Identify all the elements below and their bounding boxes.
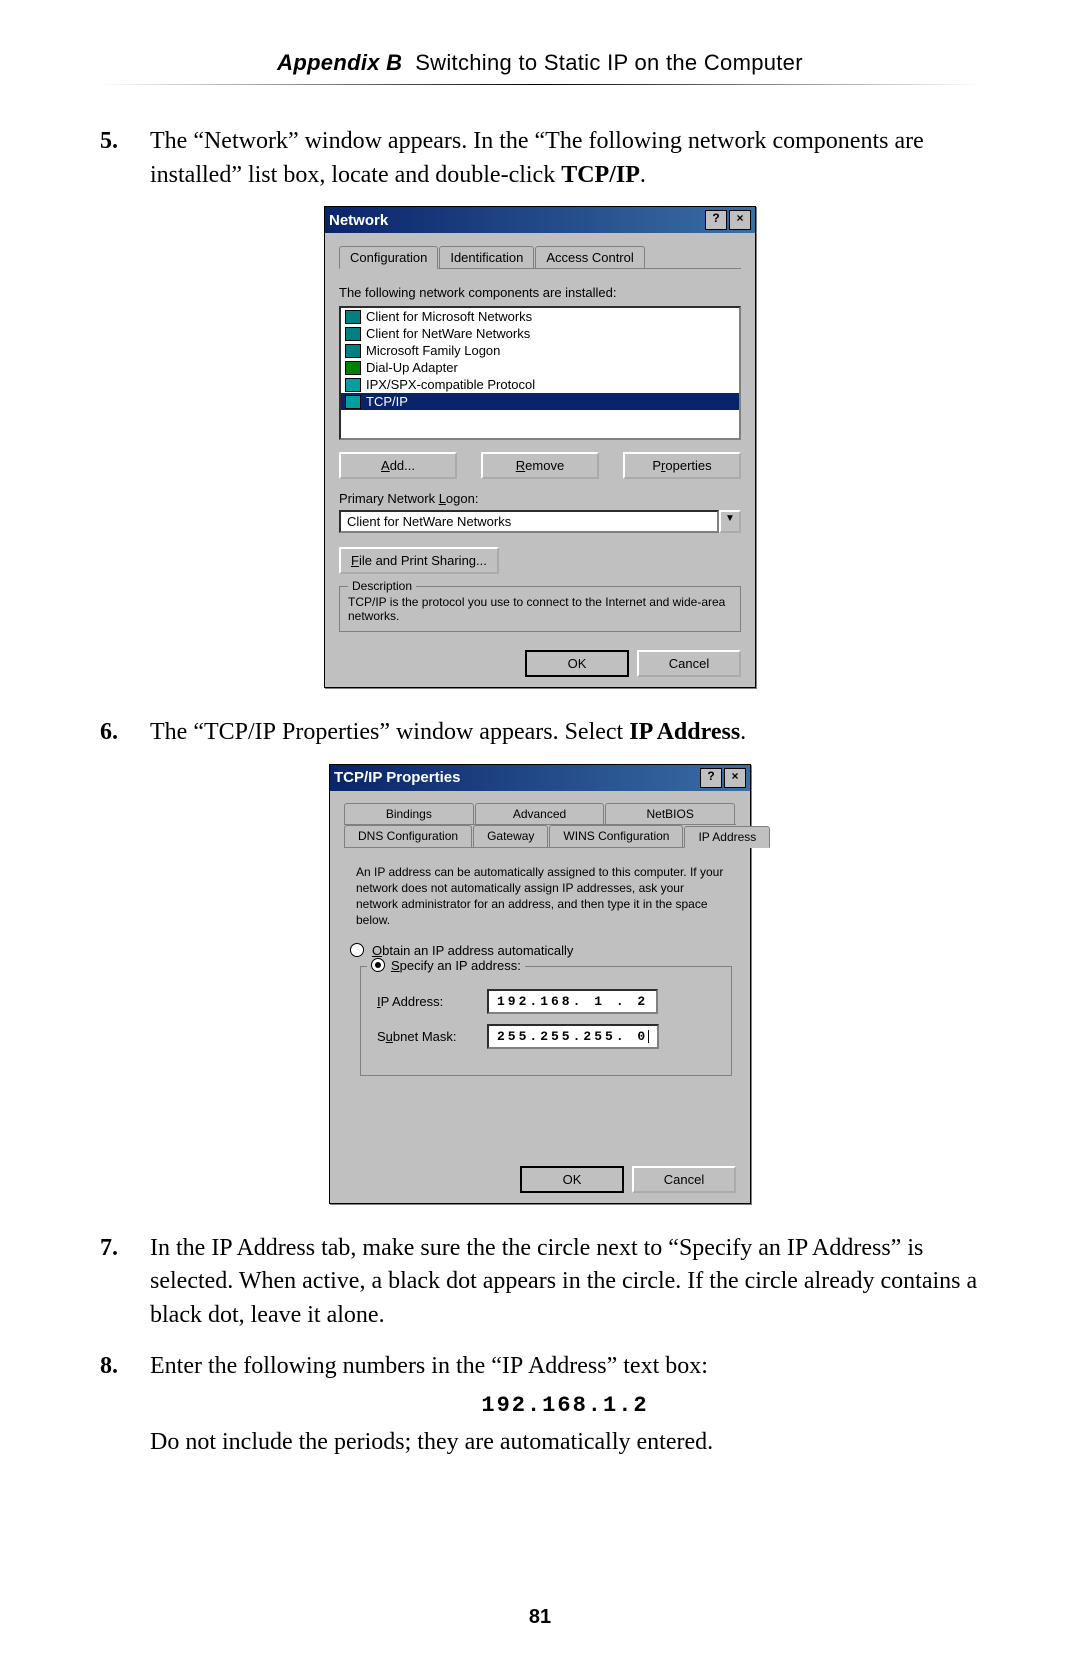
close-button[interactable]: × (729, 210, 751, 230)
close-button[interactable]: × (724, 768, 746, 788)
list-item[interactable]: Microsoft Family Logon (341, 342, 739, 359)
page-number: 81 (0, 1606, 1080, 1629)
step-number: 5. (100, 125, 150, 192)
logon-label: Primary Network Logon: (339, 491, 741, 506)
tab-advanced[interactable]: Advanced (475, 803, 605, 824)
network-dialog: Network ? × Configuration Identification… (324, 206, 756, 688)
subnet-mask-input[interactable]: 255.255.255. 0 (487, 1024, 659, 1049)
description-group: Description TCP/IP is the protocol you u… (339, 586, 741, 632)
step-body: The “TCP/IP Properties” window appears. … (150, 716, 980, 750)
specify-fieldset: Specify an IP address: IP Address: 192.1… (360, 966, 732, 1076)
radio-obtain-auto[interactable]: Obtain an IP address automatically (350, 943, 730, 958)
components-label: The following network components are ins… (339, 285, 741, 300)
tab-access-control[interactable]: Access Control (535, 246, 644, 268)
header-rule (100, 84, 980, 85)
titlebar[interactable]: Network ? × (325, 207, 755, 233)
list-item[interactable]: Dial-Up Adapter (341, 359, 739, 376)
radio-icon (371, 958, 385, 972)
step-number: 7. (100, 1232, 150, 1333)
cancel-button[interactable]: Cancel (637, 650, 741, 677)
cancel-button[interactable]: Cancel (632, 1166, 736, 1193)
tab-identification[interactable]: Identification (439, 246, 534, 268)
tab-gateway[interactable]: Gateway (473, 825, 548, 847)
ok-button[interactable]: OK (520, 1166, 624, 1193)
protocol-icon (345, 378, 361, 392)
ok-button[interactable]: OK (525, 650, 629, 677)
subnet-mask-field: Subnet Mask: 255.255.255. 0 (377, 1024, 715, 1049)
file-print-sharing-button[interactable]: File and Print Sharing... (339, 547, 499, 574)
logon-dropdown[interactable]: Client for NetWare Networks ▼ (339, 510, 741, 533)
tab-netbios[interactable]: NetBIOS (605, 803, 735, 824)
ip-description: An IP address can be automatically assig… (344, 848, 736, 935)
list-item[interactable]: IPX/SPX-compatible Protocol (341, 376, 739, 393)
step-body: In the IP Address tab, make sure the the… (150, 1232, 980, 1333)
components-listbox[interactable]: Client for Microsoft Networks Client for… (339, 306, 741, 440)
ip-address-input[interactable]: 192.168. 1 . 2 (487, 989, 658, 1014)
field-label: IP Address: (377, 994, 487, 1009)
tabstrip: Bindings Advanced NetBIOS DNS Configurat… (344, 803, 736, 848)
help-button[interactable]: ? (700, 768, 722, 788)
appendix-label: Appendix B (277, 50, 402, 75)
field-label: Subnet Mask: (377, 1029, 487, 1044)
titlebar[interactable]: TCP/IP Properties ? × (330, 765, 750, 791)
dropdown-arrow-icon[interactable]: ▼ (719, 510, 741, 533)
remove-button[interactable]: Remove (481, 452, 599, 479)
list-item[interactable]: Client for Microsoft Networks (341, 308, 739, 325)
step-8: 8. Enter the following numbers in the “I… (100, 1350, 980, 1459)
tab-wins[interactable]: WINS Configuration (549, 825, 683, 847)
add-button[interactable]: Add... (339, 452, 457, 479)
group-label: Description (348, 579, 416, 593)
protocol-icon (345, 395, 361, 409)
document-page: Appendix B Switching to Static IP on the… (0, 0, 1080, 1669)
help-button[interactable]: ? (705, 210, 727, 230)
step-7: 7. In the IP Address tab, make sure the … (100, 1232, 980, 1333)
client-icon (345, 344, 361, 358)
list-item[interactable]: Client for NetWare Networks (341, 325, 739, 342)
page-header: Appendix B Switching to Static IP on the… (100, 50, 980, 76)
window-title: Network (329, 212, 703, 229)
ip-code: 192.168.1.2 (481, 1393, 648, 1418)
step-5: 5. The “Network” window appears. In the … (100, 125, 980, 192)
ip-address-field: IP Address: 192.168. 1 . 2 (377, 989, 715, 1014)
tabstrip: Configuration Identification Access Cont… (339, 245, 741, 269)
page-title: Switching to Static IP on the Computer (415, 50, 803, 75)
radio-icon (350, 943, 364, 957)
window-title: TCP/IP Properties (334, 769, 698, 786)
properties-button[interactable]: Properties (623, 452, 741, 479)
step-body: The “Network” window appears. In the “Th… (150, 125, 980, 192)
logon-value: Client for NetWare Networks (339, 510, 719, 533)
step-6: 6. The “TCP/IP Properties” window appear… (100, 716, 980, 750)
client-icon (345, 327, 361, 341)
list-item-selected[interactable]: TCP/IP (341, 393, 739, 410)
step-number: 8. (100, 1350, 150, 1459)
tab-ip-address[interactable]: IP Address (684, 826, 770, 848)
tcpip-properties-dialog: TCP/IP Properties ? × Bindings Advanced … (329, 764, 751, 1204)
description-text: TCP/IP is the protocol you use to connec… (348, 595, 725, 623)
adapter-icon (345, 361, 361, 375)
tab-bindings[interactable]: Bindings (344, 803, 474, 824)
tab-configuration[interactable]: Configuration (339, 246, 438, 269)
radio-specify[interactable]: Specify an IP address: (367, 958, 525, 973)
client-icon (345, 310, 361, 324)
step-body: Enter the following numbers in the “IP A… (150, 1350, 980, 1459)
step-number: 6. (100, 716, 150, 750)
tab-dns[interactable]: DNS Configuration (344, 825, 472, 847)
